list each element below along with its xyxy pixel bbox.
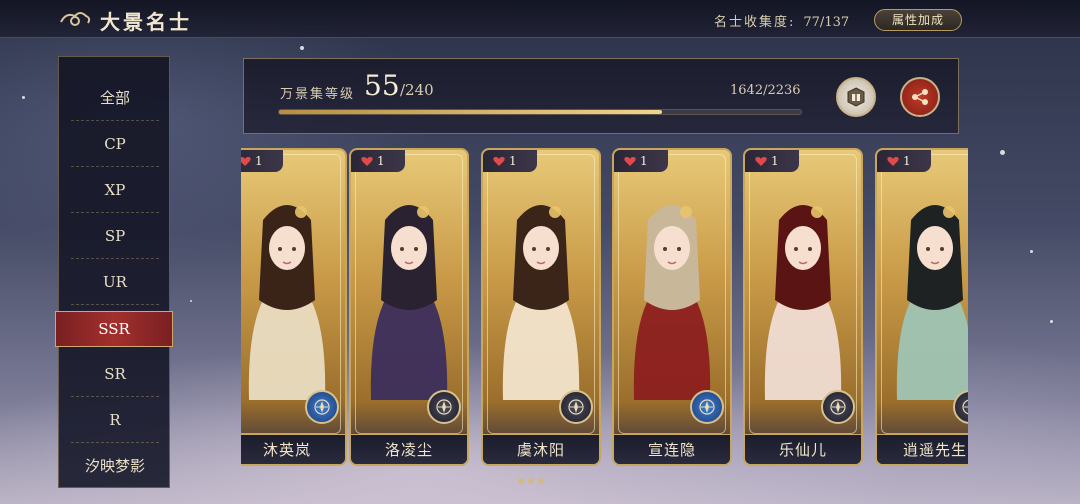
character-card[interactable]: 1 虞沐阳: [481, 148, 601, 466]
affection-count: 1: [255, 154, 263, 168]
character-name: 乐仙儿: [745, 434, 861, 464]
affection-count: 1: [903, 154, 911, 168]
heart-icon: [755, 156, 767, 166]
compass-icon: [314, 399, 330, 415]
compass-icon: [699, 399, 715, 415]
level-progress-fill: [279, 110, 663, 114]
cloud-logo-icon: [60, 12, 91, 26]
character-card-list[interactable]: 1 沐英岚 1 洛凌尘 1 虞沐阳 1 宣连隐 1 乐仙儿 1 逍遥先生: [241, 148, 968, 468]
character-card[interactable]: 1 乐仙儿: [743, 148, 863, 466]
character-portrait: [370, 205, 448, 400]
compass-badge[interactable]: [305, 390, 339, 424]
character-card[interactable]: 1 逍遥先生: [875, 148, 968, 466]
affection-tag: 1: [351, 150, 405, 172]
character-portrait: [764, 205, 842, 400]
character-portrait: [896, 205, 968, 400]
compass-badge[interactable]: [559, 390, 593, 424]
filter-ssr[interactable]: SSR: [55, 311, 173, 347]
level-max: /240: [400, 81, 434, 99]
compass-badge[interactable]: [427, 390, 461, 424]
filter-all[interactable]: 全部: [71, 75, 159, 121]
character-name: 逍遥先生: [877, 434, 968, 464]
collection-level-panel: 万景集等级 55 /240 1642/2236: [243, 58, 959, 134]
filter-sp[interactable]: SP: [71, 213, 159, 259]
level-label: 万景集等级: [280, 87, 356, 102]
collection-label: 名士收集度:: [714, 15, 796, 30]
character-portrait: [248, 205, 326, 400]
compass-icon: [568, 399, 584, 415]
gift-icon: [847, 87, 865, 107]
page-title: 大景名士: [100, 10, 192, 34]
heart-icon: [887, 156, 899, 166]
heart-icon: [361, 156, 373, 166]
character-card[interactable]: 1 宣连隐: [612, 148, 732, 466]
character-name: 洛凌尘: [351, 434, 467, 464]
level-progress-bar: [278, 109, 802, 115]
compass-icon: [830, 399, 846, 415]
character-name: 宣连隐: [614, 434, 730, 464]
compass-icon: [436, 399, 452, 415]
filter-r[interactable]: R: [71, 397, 159, 443]
share-icon: [912, 89, 928, 105]
character-portrait: [633, 205, 711, 400]
filter-ur[interactable]: UR: [71, 259, 159, 305]
affection-tag: 1: [745, 150, 799, 172]
character-name: 沐英岚: [241, 434, 345, 464]
filter-cp[interactable]: CP: [71, 121, 159, 167]
affection-count: 1: [640, 154, 648, 168]
character-card[interactable]: 1 洛凌尘: [349, 148, 469, 466]
collection-progress: 名士收集度: 77/137: [714, 11, 849, 30]
character-card[interactable]: 1 沐英岚: [241, 148, 347, 466]
collection-value: 77/137: [803, 15, 850, 30]
filter-dream[interactable]: 汐映梦影: [71, 443, 159, 489]
affection-tag: 1: [483, 150, 537, 172]
affection-count: 1: [771, 154, 779, 168]
affection-tag: 1: [877, 150, 931, 172]
affection-tag: 1: [241, 150, 283, 172]
filter-sr[interactable]: SR: [71, 351, 159, 397]
attribute-bonus-button[interactable]: 属性加成: [874, 9, 962, 31]
level-exp: 1642/2236: [730, 83, 801, 98]
level-current: 55: [364, 69, 400, 102]
share-button[interactable]: [900, 77, 940, 117]
compass-badge[interactable]: [690, 390, 724, 424]
top-bar: 大景名士 名士收集度: 77/137 属性加成: [0, 0, 1080, 38]
rarity-filter-sidebar: 全部 CP XP SP UR SSR SR R 汐映梦影: [55, 56, 173, 489]
affection-tag: 1: [614, 150, 668, 172]
filter-xp[interactable]: XP: [71, 167, 159, 213]
gift-button[interactable]: [836, 77, 876, 117]
compass-icon: [962, 399, 968, 415]
heart-icon: [241, 156, 251, 166]
compass-badge[interactable]: [821, 390, 855, 424]
heart-icon: [624, 156, 636, 166]
affection-count: 1: [377, 154, 385, 168]
page-indicator: [518, 478, 544, 484]
character-portrait: [502, 205, 580, 400]
affection-count: 1: [509, 154, 517, 168]
heart-icon: [493, 156, 505, 166]
character-name: 虞沐阳: [483, 434, 599, 464]
